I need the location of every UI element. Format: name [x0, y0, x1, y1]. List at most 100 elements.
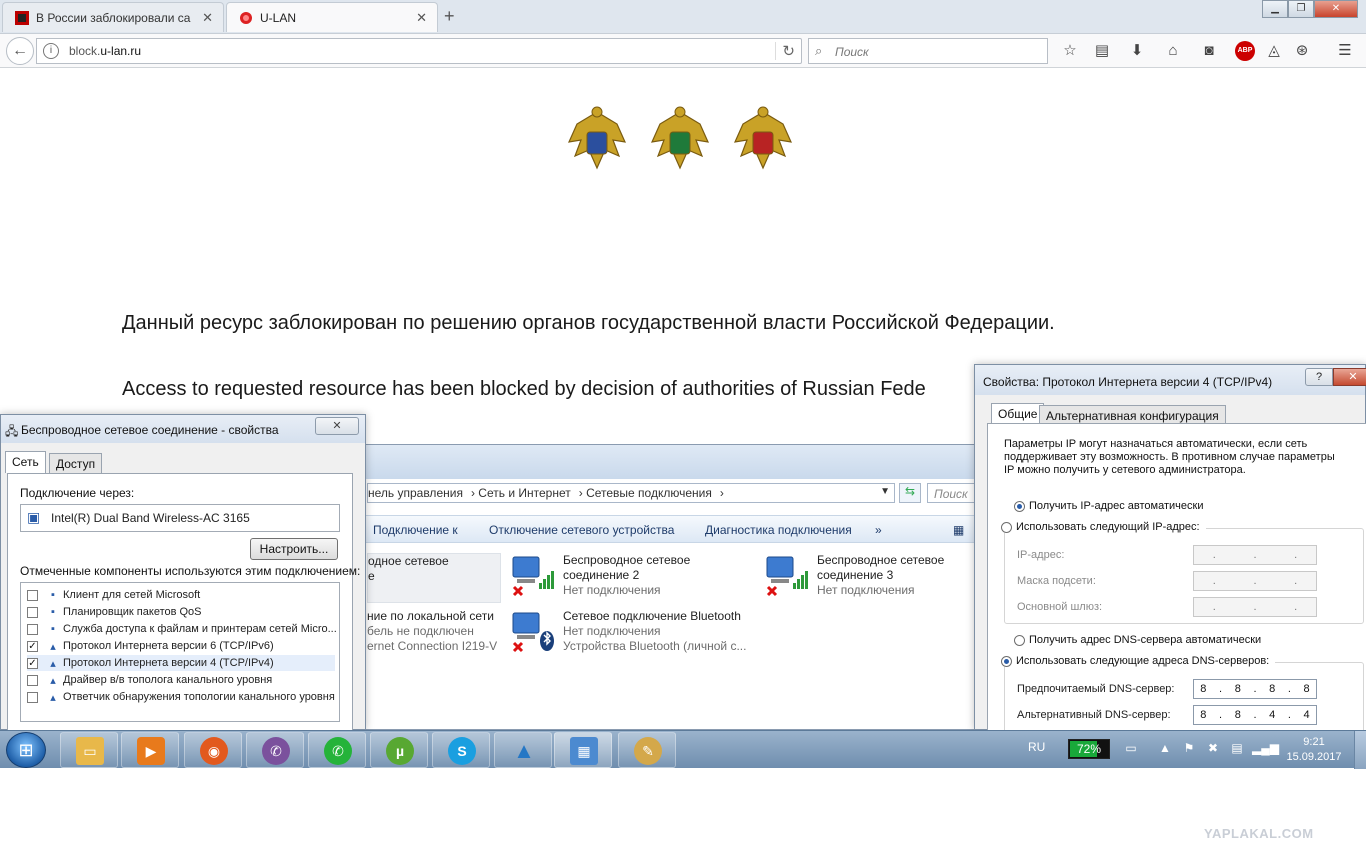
radio-selected[interactable]: [1014, 500, 1025, 512]
wireless-connection-3[interactable]: Беспроводное сетевое соединение 3 Нет по…: [817, 553, 944, 598]
dialog-close-button[interactable]: ✕: [315, 417, 359, 435]
download-icon[interactable]: ⬇: [1127, 41, 1147, 61]
checkbox[interactable]: [27, 691, 38, 703]
tab-general[interactable]: Общие: [991, 403, 1045, 425]
taskbar-control-panel[interactable]: ▦: [554, 732, 612, 768]
components-list[interactable]: ▪ Клиент для сетей Microsoft ▪ Планировщ…: [20, 582, 340, 722]
taskbar-skype[interactable]: S: [432, 732, 490, 768]
adblock-plus-icon[interactable]: ABP: [1235, 41, 1255, 61]
close-icon[interactable]: ✕: [416, 10, 427, 26]
connect-to-command[interactable]: Подключение к: [373, 523, 458, 537]
tab-sharing[interactable]: Доступ: [49, 453, 103, 473]
checkbox[interactable]: [27, 606, 38, 618]
ip-auto-radio[interactable]: Получить IP-адрес автоматически: [1014, 500, 1203, 512]
breadcrumb-control-panel[interactable]: нель управления: [368, 486, 463, 500]
bluetooth-connection[interactable]: Сетевое подключение Bluetooth Нет подклю…: [563, 609, 746, 654]
breadcrumb-network-connections[interactable]: Сетевые подключения: [586, 486, 712, 500]
red-dot-favicon-icon: [240, 11, 252, 24]
help-button[interactable]: ?: [1305, 368, 1333, 386]
checkbox[interactable]: [27, 623, 38, 635]
dialog-close-button[interactable]: ✕: [1333, 368, 1366, 386]
wireless-connection-2[interactable]: Беспроводное сетевое соединение 2 Нет по…: [563, 553, 690, 598]
menu-icon[interactable]: ☰: [1335, 41, 1355, 61]
device-icon[interactable]: ▤: [1228, 741, 1246, 757]
security-icon[interactable]: ✖: [1204, 741, 1222, 757]
prosecutor-emblem-icon: [650, 106, 710, 170]
dns-manual-radio[interactable]: Использовать следующие адреса DNS-сервер…: [1001, 655, 1276, 667]
info-icon[interactable]: i: [43, 43, 59, 59]
dns-auto-radio[interactable]: Получить адрес DNS-сервера автоматически: [1014, 634, 1261, 646]
show-hidden-icons-icon[interactable]: ▲: [1156, 741, 1174, 757]
taskbar-viber[interactable]: ✆: [246, 732, 304, 768]
tab-ulan[interactable]: U-LAN ✕: [226, 2, 438, 32]
alternate-dns-label: Альтернативный DNS-сервер:: [1017, 709, 1171, 721]
tab-news[interactable]: В России заблокировали са ✕: [2, 2, 224, 32]
ip-address-field[interactable]: ...: [1193, 545, 1317, 565]
connection-item[interactable]: одное сетевое е: [367, 553, 501, 603]
radio-unselected[interactable]: [1014, 634, 1025, 646]
globe-extension-icon[interactable]: ⊛: [1292, 41, 1312, 61]
breadcrumb-network-internet[interactable]: Сеть и Интернет: [478, 486, 570, 500]
maximize-button[interactable]: ❐: [1288, 0, 1314, 18]
alternate-dns-field[interactable]: 8.8.4.4: [1193, 705, 1317, 725]
windows-taskbar: ⊞ ▭ ▶ ◉ ✆ ✆ µ S ▲ ▦ ✎ RU 72% ▭ ▲ ⚑ ✖ ▤ ▂…: [0, 730, 1366, 769]
taskbar-paint[interactable]: ✎: [618, 732, 676, 768]
bookmark-star-icon[interactable]: ☆: [1060, 41, 1080, 61]
list-item[interactable]: ▪ Планировщик пакетов QoS: [27, 604, 202, 620]
tab-network[interactable]: Сеть: [5, 451, 46, 473]
action-center-flag-icon[interactable]: ⚑: [1180, 741, 1198, 757]
bookmarks-list-icon[interactable]: ▤: [1092, 41, 1112, 61]
url-bar[interactable]: i block.u-lan.ru ↻: [36, 38, 802, 64]
reload-icon[interactable]: ↻: [775, 42, 795, 60]
language-indicator[interactable]: RU: [1028, 740, 1045, 754]
start-button[interactable]: ⊞: [6, 732, 46, 768]
network-signal-icon[interactable]: ▂▄▆: [1252, 741, 1279, 757]
show-desktop-button[interactable]: [1354, 731, 1366, 769]
back-button[interactable]: ←: [6, 37, 34, 65]
list-item-selected[interactable]: ✓ ▴ Протокол Интернета версии 4 (TCP/IPv…: [27, 655, 335, 671]
close-icon[interactable]: ✕: [202, 10, 213, 26]
taskbar-explorer[interactable]: ▭: [60, 732, 118, 768]
explorer-address-bar[interactable]: нель управления › Сеть и Интернет › Сетевы…: [367, 483, 895, 503]
radio-selected[interactable]: [1001, 655, 1012, 667]
subnet-mask-field[interactable]: ...: [1193, 571, 1317, 591]
diagnose-connection-command[interactable]: Диагностика подключения: [705, 523, 852, 537]
view-options-icon[interactable]: ▦: [953, 523, 964, 537]
ip-manual-radio[interactable]: Использовать следующий IP-адрес:: [1001, 521, 1206, 533]
search-input[interactable]: ⌕ Поиск: [808, 38, 1048, 64]
local-area-connection[interactable]: ние по локальной сети бель не подключен …: [367, 609, 497, 654]
preferred-dns-field[interactable]: 8.8.8.8: [1193, 679, 1317, 699]
taskbar-azure[interactable]: ▲: [494, 732, 552, 768]
disable-device-command[interactable]: Отключение сетевого устройства: [489, 523, 674, 537]
configure-button[interactable]: Настроить...: [250, 538, 338, 560]
radio-unselected[interactable]: [1001, 521, 1012, 533]
window-close-button[interactable]: ✕: [1314, 0, 1358, 18]
chevron-down-icon[interactable]: ▼: [880, 486, 890, 497]
taskbar-media-player[interactable]: ▶: [121, 732, 179, 768]
new-tab-button[interactable]: +: [444, 6, 455, 27]
more-commands-icon[interactable]: »: [875, 523, 882, 537]
battery-indicator[interactable]: 72%: [1068, 739, 1110, 759]
extension-icon[interactable]: ◬: [1264, 41, 1284, 61]
list-item[interactable]: ▴ Ответчик обнаружения топологии канальн…: [27, 689, 335, 705]
list-item[interactable]: ▪ Служба доступа к файлам и принтерам се…: [27, 621, 337, 637]
home-icon[interactable]: ⌂: [1163, 41, 1183, 61]
checkbox-checked[interactable]: ✓: [27, 640, 38, 652]
tab-alternate-config[interactable]: Альтернативная конфигурация: [1039, 405, 1226, 425]
list-item[interactable]: ✓ ▴ Протокол Интернета версии 6 (TCP/IPv…: [27, 638, 274, 654]
power-plug-icon[interactable]: ▭: [1122, 741, 1140, 757]
clock[interactable]: 9:21 15.09.2017: [1282, 735, 1346, 765]
network-adapter-icon: 🖧: [5, 424, 19, 438]
checkbox[interactable]: [27, 589, 38, 601]
checkbox[interactable]: [27, 674, 38, 686]
minimize-button[interactable]: ▁: [1262, 0, 1288, 18]
taskbar-whatsapp[interactable]: ✆: [308, 732, 366, 768]
taskbar-firefox[interactable]: ◉: [184, 732, 242, 768]
refresh-button[interactable]: ⇆: [899, 483, 921, 503]
list-item[interactable]: ▪ Клиент для сетей Microsoft: [27, 587, 200, 603]
default-gateway-field[interactable]: ...: [1193, 597, 1317, 617]
checkbox-checked[interactable]: ✓: [27, 657, 38, 669]
taskbar-utorrent[interactable]: µ: [370, 732, 428, 768]
pocket-icon[interactable]: ◙: [1199, 41, 1219, 61]
list-item[interactable]: ▴ Драйвер в/в тополога канального уровня: [27, 672, 272, 688]
